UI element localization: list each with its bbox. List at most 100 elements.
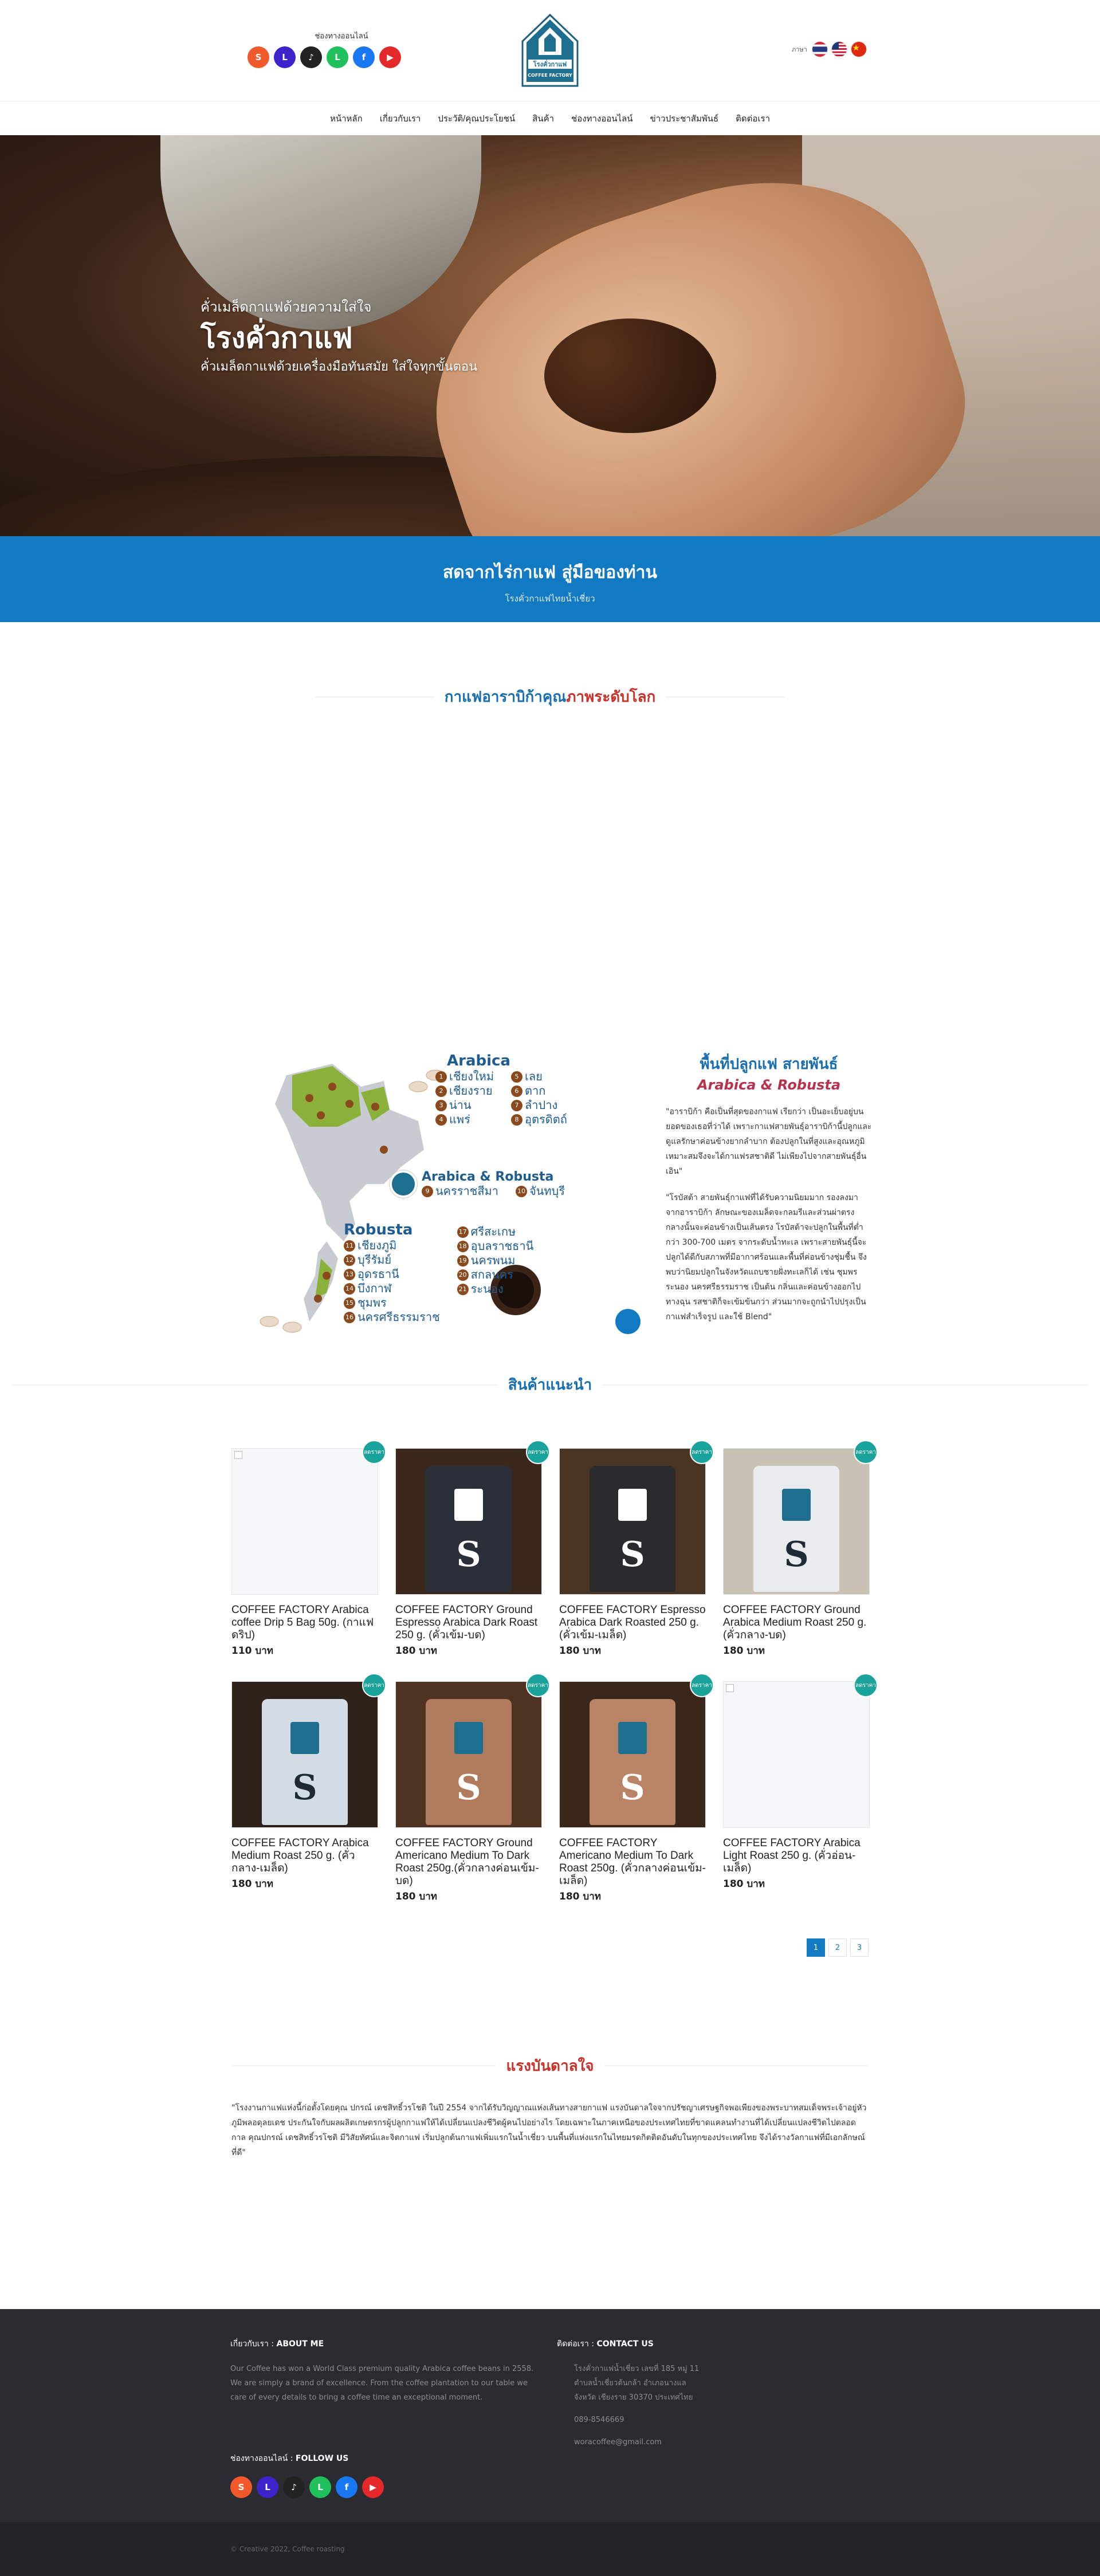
province-number: 3 — [435, 1099, 447, 1111]
embedded-video-area[interactable] — [0, 709, 1100, 1052]
shopee-icon[interactable]: S — [247, 46, 269, 68]
product-image[interactable]: S — [395, 1681, 542, 1828]
product-name[interactable]: COFFEE FACTORY Ground Espresso Arabica D… — [395, 1604, 542, 1642]
product-card[interactable]: ลดราคา S COFFEE FACTORY Americano Medium T… — [559, 1673, 714, 1904]
product-image[interactable]: S — [723, 1448, 870, 1595]
product-image[interactable]: S — [559, 1448, 706, 1595]
province-number: 6 — [511, 1085, 523, 1097]
province-number: 8 — [511, 1114, 523, 1126]
province-item: 15 ชุมพร — [344, 1296, 440, 1310]
product-image[interactable] — [723, 1681, 870, 1828]
province-number: 16 — [344, 1311, 355, 1323]
province-name: นครราชสีมา — [435, 1184, 498, 1198]
footer-about-heading: เกี่ยวกับเรา : ABOUT ME — [230, 2339, 324, 2349]
online-label: ช่องทางออนไลน์ — [315, 32, 368, 41]
slogan-banner: สดจากไร่กาแฟ สู่มือของท่าน โรงคั่วกาแฟไท… — [0, 536, 1100, 622]
bag-logo-icon — [618, 1722, 647, 1754]
province-name: นครพนม — [470, 1253, 516, 1267]
facebook-icon[interactable]: f — [353, 46, 375, 68]
product-card[interactable]: ลดราคา S COFFEE FACTORY Espresso Arabica D… — [559, 1440, 714, 1658]
product-image[interactable]: S — [395, 1448, 542, 1595]
product-grid: ลดราคา COFFEE FACTORY Arabica coffee Drip… — [231, 1440, 878, 1904]
nav-item-7[interactable]: ติดต่อเรา — [736, 112, 770, 125]
product-name[interactable]: COFFEE FACTORY Ground Americano Medium T… — [395, 1837, 542, 1887]
product-price: 180 บาท — [723, 1878, 765, 1890]
product-image[interactable]: S — [559, 1681, 706, 1828]
china-flag-icon[interactable] — [850, 41, 867, 57]
product-card[interactable]: ลดราคา S COFFEE FACTORY Arabica Medium Roa… — [231, 1673, 386, 1904]
product-card[interactable]: ลดราคา S COFFEE FACTORY Ground Arabica Med… — [723, 1440, 878, 1658]
arabica-robusta-title: Arabica & Robusta — [422, 1170, 554, 1184]
province-name: ศรีสะเกษ — [470, 1225, 516, 1238]
product-name[interactable]: COFFEE FACTORY Americano Medium To Dark … — [559, 1837, 706, 1887]
product-card[interactable]: ลดราคา S COFFEE FACTORY Ground Americano M… — [395, 1673, 550, 1904]
page-2-button[interactable]: 2 — [828, 1938, 847, 1957]
product-card[interactable]: ลดราคา S COFFEE FACTORY Ground Espresso Ar… — [395, 1440, 550, 1658]
province-name: นครศรีธรรมราช — [358, 1310, 440, 1324]
coffee-factory-logo[interactable]: โรงคั่วกาแฟ COFFEE FACTORY — [520, 13, 580, 88]
lazada-icon[interactable]: L — [274, 46, 296, 68]
youtube-icon[interactable]: ▶ — [379, 46, 401, 68]
sale-badge: ลดราคา — [690, 1440, 714, 1464]
province-item: 20 สกลนคร — [457, 1268, 534, 1282]
nav-item-6[interactable]: ข่าวประชาสัมพันธ์ — [650, 112, 718, 125]
province-number: 18 — [457, 1240, 469, 1252]
page-1-button[interactable]: 1 — [807, 1938, 825, 1957]
growing-area-text: พื้นที่ปลูกแฟ สายพันธ์ Arabica & Robusta… — [666, 1052, 872, 1324]
bag-logo-icon — [618, 1489, 647, 1521]
product-name[interactable]: COFFEE FACTORY Arabica Light Roast 250 g… — [723, 1837, 870, 1875]
tiktok-icon[interactable]: ♪ — [283, 2476, 305, 2498]
arabica-paragraph: "อาราบิก้า คือเป็นที่สุดของกาแฟ เรียกว่า… — [666, 1107, 872, 1176]
robusta-list-right: 17 ศรีสะเกษ 18 อุบลราชธานี 19 นครพนม 20 สกลนคร 2… — [457, 1225, 534, 1324]
footer-address: โรงคั่วกาแฟน้ำเชี่ยว เลขที่ 185 หมู่ 11 … — [574, 2365, 700, 2402]
product-price: 110 บาท — [231, 1645, 273, 1657]
page-3-button[interactable]: 3 — [850, 1938, 869, 1957]
slogan-title: สดจากไร่กาแฟ สู่มือของท่าน — [442, 563, 658, 583]
line-icon[interactable]: L — [309, 2476, 331, 2498]
product-image[interactable] — [231, 1448, 378, 1595]
arabica-list-right: 5 เลย 6 ตาก 7 ลำปาง 8 อุตรดิตถ์ — [511, 1069, 567, 1127]
province-item: 2 เชียงราย — [435, 1084, 494, 1098]
province-number: 17 — [457, 1226, 469, 1238]
nav-item-5[interactable]: ช่องทางออนไลน์ — [571, 112, 632, 125]
thailand-coffee-map: Arabica 1 เชียงใหม่ 2 เชียงราย 3 น่าน 4 แพร่ 5เ… — [246, 1052, 579, 1350]
us-flag-icon[interactable] — [831, 41, 847, 57]
thai-flag-icon[interactable] — [811, 41, 828, 57]
hero-banner: คั่วเมล็ดกาแฟด้วยความใส่ใจ โรงคั่วกาแฟ ค… — [0, 135, 1100, 536]
hero-text: คั่วเมล็ดกาแฟด้วยความใส่ใจ โรงคั่วกาแฟ ค… — [201, 296, 477, 376]
top-social-links: S L ♪ Lf ▶ — [247, 46, 401, 68]
product-name[interactable]: COFFEE FACTORY Arabica Medium Roast 250 … — [231, 1837, 378, 1875]
product-name[interactable]: COFFEE FACTORY Arabica coffee Drip 5 Bag… — [231, 1604, 378, 1642]
inspiration-text: "โรงงานกาแฟแห่งนี้ก่อตั้งโดยคุณ ปกรณ์ เด… — [231, 2103, 867, 2157]
province-number: 7 — [511, 1099, 523, 1111]
tiktok-icon[interactable]: ♪ — [300, 46, 322, 68]
facebook-icon[interactable]: f — [336, 2476, 358, 2498]
nav-item-2[interactable]: เกี่ยวกับเรา — [380, 112, 421, 125]
product-image[interactable]: S — [231, 1681, 378, 1828]
product-price: 180 บาท — [231, 1878, 273, 1890]
province-item: 12 บุรีรัมย์ — [344, 1253, 440, 1267]
line-icon[interactable]: L — [327, 46, 348, 68]
product-name[interactable]: COFFEE FACTORY Espresso Arabica Dark Roa… — [559, 1604, 706, 1642]
footer-email[interactable]: woracoffee@gmail.com — [557, 2435, 700, 2449]
product-card[interactable]: ลดราคา COFFEE FACTORY Arabica Light Roast… — [723, 1673, 878, 1904]
footer-main: เกี่ยวกับเรา : ABOUT ME Our Coffee has w… — [0, 2309, 1100, 2522]
nav-item-1[interactable]: หน้าหลัก — [330, 112, 363, 125]
province-number: 10 — [515, 1185, 527, 1197]
hero-title: โรงคั่วกาแฟ — [201, 321, 353, 355]
province-item: 19 นครพนม — [457, 1253, 534, 1268]
province-number: 11 — [344, 1240, 355, 1252]
province-item: 6 ตาก — [511, 1084, 567, 1098]
nav-item-4[interactable]: สินค้า — [532, 112, 554, 125]
youtube-icon[interactable]: ▶ — [362, 2476, 384, 2498]
product-name[interactable]: COFFEE FACTORY Ground Arabica Medium Roa… — [723, 1604, 870, 1642]
province-item: 18 อุบลราชธานี — [457, 1239, 533, 1253]
product-card[interactable]: ลดราคา COFFEE FACTORY Arabica coffee Drip… — [231, 1440, 386, 1658]
bag-logo-icon — [454, 1722, 483, 1754]
footer-phone[interactable]: 089-8546669 — [557, 2413, 700, 2427]
lazada-icon[interactable]: L — [257, 2476, 278, 2498]
shopee-icon[interactable]: S — [230, 2476, 252, 2498]
hero-description: คั่วเมล็ดกาแฟด้วยเครื่องมือทันสมัย ใส่ใจ… — [201, 360, 478, 374]
scroll-top-button[interactable] — [615, 1309, 641, 1334]
nav-item-3[interactable]: ประวัติ/คุณประโยชน์ — [438, 112, 515, 125]
